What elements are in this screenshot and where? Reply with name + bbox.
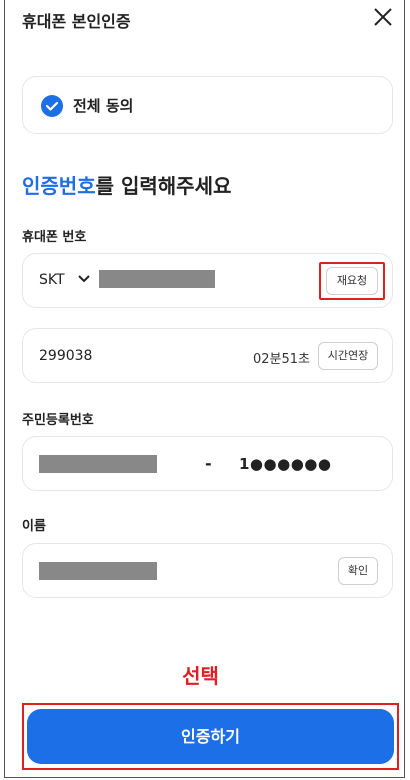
phone-number-masked [99,270,215,288]
confirm-button[interactable]: 확인 [338,557,378,585]
close-button[interactable] [372,6,394,28]
page-title: 휴대폰 본인인증 [22,12,131,31]
heading-rest: 를 입력해주세요 [95,174,232,198]
name-section-label: 이름 [22,519,46,534]
code-field[interactable]: 299038 02분51초 시간연장 [22,328,393,383]
name-masked [39,562,157,580]
heading-accent: 인증번호 [22,174,96,198]
rrn-section-label: 주민등록번호 [22,413,94,428]
agree-all-label: 전체 동의 [73,97,134,115]
rrn-separator: - [205,454,212,473]
resend-button[interactable]: 재요청 [326,267,378,295]
carrier-select[interactable]: SKT [39,272,65,288]
phone-section-label: 휴대폰 번호 [22,230,87,245]
select-annotation: 선택 [182,664,219,688]
verification-code-input[interactable]: 299038 [39,348,92,364]
agree-all-row[interactable]: 전체 동의 [22,76,393,134]
check-circle-icon[interactable] [41,95,63,117]
extend-time-button[interactable]: 시간연장 [318,342,378,370]
verify-button[interactable]: 인증하기 [27,709,394,764]
instruction-heading: 인증번호를 입력해주세요 [22,170,231,199]
phone-field: SKT 재요청 [22,253,393,308]
rrn-front-masked [39,455,157,473]
rrn-field[interactable]: - 1●●●●●● [22,436,393,491]
chevron-down-icon[interactable] [77,272,91,286]
countdown-timer: 02분51초 [253,352,311,367]
rrn-back-masked: 1●●●●●● [239,455,332,473]
close-icon [374,8,392,26]
name-field[interactable]: 확인 [22,543,393,598]
